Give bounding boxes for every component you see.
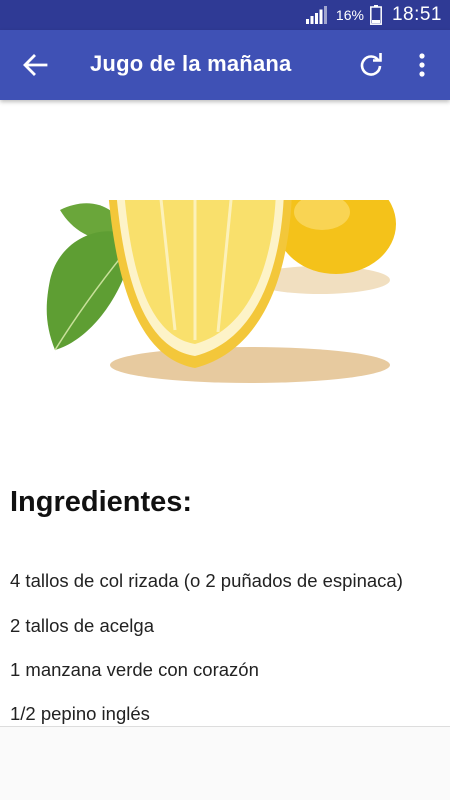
- refresh-icon[interactable]: [358, 52, 384, 78]
- ingredient-item: 2 tallos de acelga: [10, 615, 154, 636]
- clock: 18:51: [391, 4, 442, 25]
- ingredient-item: 4 tallos de col rizada (o 2 puñados de e…: [10, 570, 403, 591]
- battery-icon: [370, 5, 382, 25]
- arrow-left-icon[interactable]: [22, 53, 48, 77]
- ingredient-item: 1 manzana verde con corazón: [10, 659, 259, 680]
- more-vert-icon[interactable]: [412, 52, 432, 78]
- bottom-bar: [0, 726, 450, 800]
- app-toolbar: Jugo de la mañana: [0, 30, 450, 100]
- recipe-content[interactable]: Ingredientes: 4 tallos de col rizada (o …: [0, 100, 450, 726]
- signal-icon: [305, 6, 327, 24]
- status-bar: 16% 18:51: [0, 0, 450, 30]
- ingredients-heading: Ingredientes:: [10, 486, 193, 518]
- page-title: Jugo de la mañana: [90, 51, 292, 76]
- lemon-image: [46, 200, 396, 383]
- ingredient-item: 1/2 pepino inglés: [10, 703, 150, 724]
- battery-percent: 16%: [335, 7, 364, 23]
